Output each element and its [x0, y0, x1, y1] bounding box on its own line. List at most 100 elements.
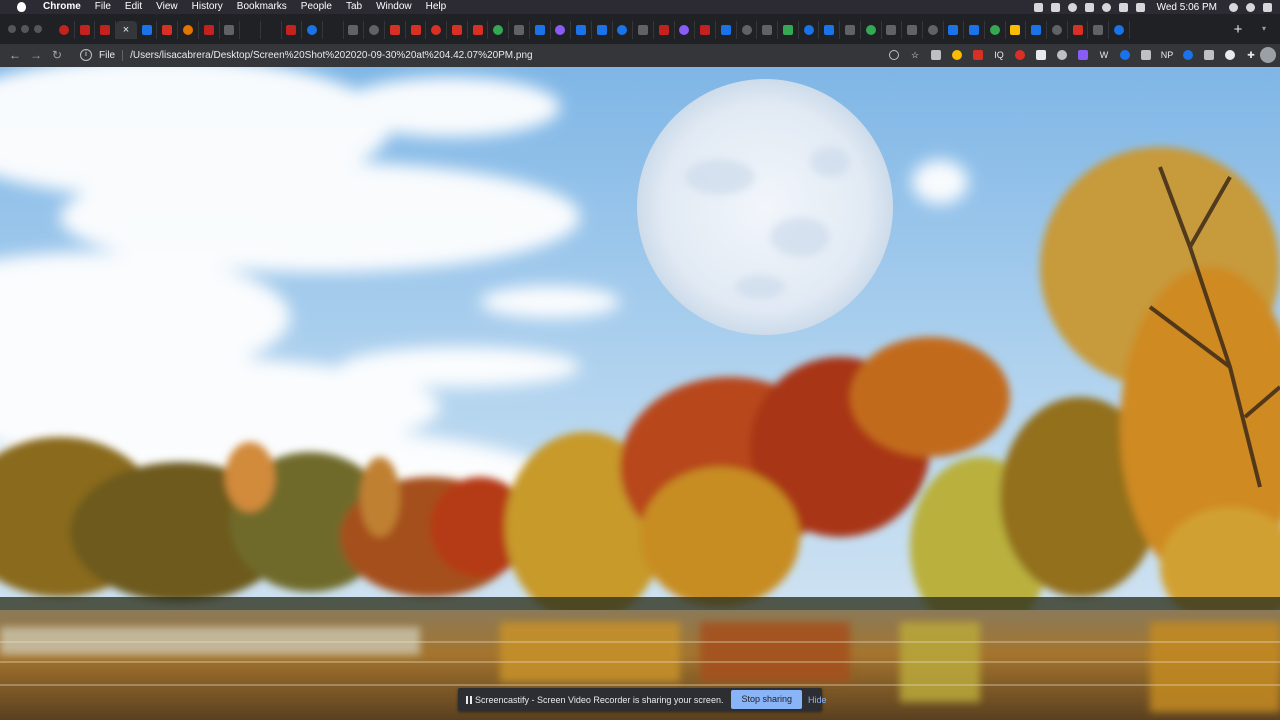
- menu-window[interactable]: Window: [369, 0, 419, 14]
- browser-tab[interactable]: [923, 21, 944, 39]
- browser-tab[interactable]: [654, 21, 675, 39]
- screencastify-icon[interactable]: [1067, 2, 1077, 12]
- browser-tab[interactable]: [675, 21, 696, 39]
- browser-tab[interactable]: [902, 21, 923, 39]
- new-tab-button[interactable]: +: [1230, 22, 1246, 38]
- menu-bar-clock[interactable]: Wed 5:06 PM: [1153, 2, 1221, 13]
- extensions-puzzle-icon[interactable]: ✚: [1244, 48, 1258, 62]
- browser-tab[interactable]: [840, 21, 861, 39]
- browser-tab[interactable]: [799, 21, 820, 39]
- site-info-icon[interactable]: i: [80, 49, 92, 61]
- zoom-window-button[interactable]: [34, 25, 42, 33]
- browser-tab[interactable]: [757, 21, 779, 39]
- browser-tab[interactable]: [344, 21, 365, 39]
- extension-text-icon[interactable]: NP: [1160, 48, 1174, 62]
- user-account-icon[interactable]: [1246, 2, 1255, 12]
- browser-tab[interactable]: [282, 21, 303, 39]
- browser-tab[interactable]: [261, 21, 282, 39]
- browser-tab[interactable]: [1026, 21, 1047, 39]
- sync-icon[interactable]: [1101, 2, 1111, 12]
- address-bar[interactable]: i File /Users/lisacabrera/Desktop/Screen…: [72, 46, 1002, 64]
- browser-tab[interactable]: [530, 21, 551, 39]
- menu-bookmarks[interactable]: Bookmarks: [230, 0, 294, 14]
- profile-avatar[interactable]: [1260, 47, 1276, 63]
- url-text[interactable]: /Users/lisacabrera/Desktop/Screen%20Shot…: [130, 50, 532, 61]
- battery-icon[interactable]: [1135, 2, 1145, 12]
- browser-tab[interactable]: [778, 21, 799, 39]
- browser-tab[interactable]: [613, 21, 634, 39]
- browser-tab[interactable]: [819, 21, 841, 39]
- browser-tab[interactable]: [75, 21, 96, 39]
- browser-tab[interactable]: [861, 21, 882, 39]
- browser-tab[interactable]: [1088, 21, 1110, 39]
- forward-arrow-icon[interactable]: →: [29, 48, 43, 62]
- browser-tab[interactable]: [551, 21, 572, 39]
- browser-tab[interactable]: [220, 21, 241, 39]
- spotlight-search-icon[interactable]: [1229, 2, 1238, 12]
- browser-tab[interactable]: [1047, 21, 1068, 39]
- menu-edit[interactable]: Edit: [118, 0, 149, 14]
- browser-tab[interactable]: [695, 21, 716, 39]
- browser-tab[interactable]: [882, 21, 903, 39]
- extension-text-icon[interactable]: IQ: [992, 48, 1006, 62]
- extension-icon[interactable]: [1181, 48, 1195, 62]
- browser-tab[interactable]: [737, 21, 758, 39]
- extension-icon[interactable]: [1223, 48, 1237, 62]
- menu-people[interactable]: People: [294, 0, 339, 14]
- menu-app-chrome[interactable]: Chrome: [36, 0, 88, 14]
- dropbox-icon[interactable]: [1050, 2, 1060, 12]
- extension-text-icon[interactable]: W: [1097, 48, 1111, 62]
- menu-file[interactable]: File: [88, 0, 118, 14]
- shield-icon[interactable]: [1084, 2, 1094, 12]
- extension-icon[interactable]: [1202, 48, 1216, 62]
- browser-tab[interactable]: [964, 21, 985, 39]
- apple-menu-icon[interactable]: [14, 0, 28, 14]
- extension-icon[interactable]: [1013, 48, 1027, 62]
- browser-tab[interactable]: [364, 21, 385, 39]
- browser-tab[interactable]: [944, 21, 965, 39]
- browser-tab[interactable]: [985, 21, 1006, 39]
- browser-tab[interactable]: [447, 21, 468, 39]
- browser-tab[interactable]: [323, 21, 344, 39]
- browser-tab[interactable]: [137, 21, 158, 39]
- notification-center-icon[interactable]: [1263, 2, 1272, 12]
- browser-tab[interactable]: [1109, 21, 1130, 39]
- browser-tab[interactable]: [199, 21, 220, 39]
- browser-tab[interactable]: [54, 21, 75, 39]
- extension-icon[interactable]: [950, 48, 964, 62]
- extension-icon[interactable]: [1118, 48, 1132, 62]
- close-window-button[interactable]: [8, 25, 16, 33]
- menu-history[interactable]: History: [185, 0, 230, 14]
- extension-icon[interactable]: [971, 48, 985, 62]
- browser-tab[interactable]: [488, 21, 510, 39]
- tab-search-button[interactable]: ▾: [1257, 22, 1271, 36]
- stop-sharing-button[interactable]: Stop sharing: [731, 690, 802, 709]
- hide-button[interactable]: Hide: [808, 695, 827, 705]
- menu-tab[interactable]: Tab: [339, 0, 369, 14]
- browser-tab[interactable]: [178, 21, 199, 39]
- microphone-icon[interactable]: [1033, 2, 1043, 12]
- browser-tab[interactable]: [468, 21, 489, 39]
- browser-tab[interactable]: [633, 21, 654, 39]
- extension-icon[interactable]: [1139, 48, 1153, 62]
- browser-tab[interactable]: [385, 21, 406, 39]
- browser-tab[interactable]: [157, 21, 179, 39]
- extension-icon[interactable]: [1055, 48, 1069, 62]
- menu-help[interactable]: Help: [419, 0, 454, 14]
- zoom-icon[interactable]: [887, 48, 901, 62]
- browser-tab[interactable]: [571, 21, 592, 39]
- reload-icon[interactable]: ↻: [50, 48, 64, 62]
- extension-icon[interactable]: [1076, 48, 1090, 62]
- menu-view[interactable]: View: [149, 0, 185, 14]
- extension-icon[interactable]: [1034, 48, 1048, 62]
- browser-tab[interactable]: [302, 21, 323, 39]
- browser-tab[interactable]: [592, 21, 613, 39]
- browser-tab[interactable]: [1068, 21, 1089, 39]
- close-tab-icon[interactable]: ×: [121, 25, 131, 36]
- back-arrow-icon[interactable]: ←: [8, 48, 22, 62]
- extension-icon[interactable]: [929, 48, 943, 62]
- browser-tab[interactable]: [716, 21, 737, 39]
- minimize-window-button[interactable]: [21, 25, 29, 33]
- browser-tab[interactable]: [95, 21, 117, 39]
- browser-tab[interactable]: [1006, 21, 1027, 39]
